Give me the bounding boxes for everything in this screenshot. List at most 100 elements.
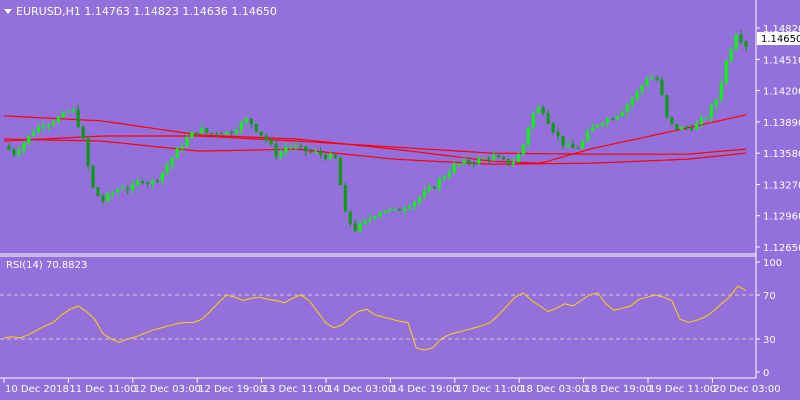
price-scale[interactable]: 1.148201.145101.142001.138901.135801.132… (756, 24, 800, 254)
time-label: 17 Dec 11:00 (456, 384, 523, 395)
candle-body (408, 206, 412, 209)
candle-body (502, 157, 506, 160)
main-chart-pane[interactable] (3, 30, 748, 234)
candle-body (645, 78, 649, 86)
candle-body (680, 127, 684, 130)
candle-body (729, 49, 733, 61)
candle-body (546, 113, 550, 124)
candle-body (422, 190, 426, 198)
time-label: 12 Dec 03:00 (134, 384, 201, 395)
candle-body (91, 165, 95, 188)
candle-body (418, 197, 422, 203)
rsi-scale-label: 100 (763, 258, 782, 269)
candle-body (704, 117, 708, 119)
time-axis[interactable]: 10 Dec 2018 11 Dec 11:0012 Dec 03:0012 De… (3, 378, 781, 395)
candle-body (210, 132, 214, 134)
candle-body (170, 158, 174, 166)
price-label: 1.14510 (763, 55, 800, 66)
trading-chart-window[interactable]: EURUSD,H1 1.14763 1.14823 1.14636 1.1465… (0, 0, 800, 400)
candle-body (42, 126, 46, 128)
candle-body (230, 131, 234, 134)
candle-body (472, 162, 476, 164)
candle-body (413, 202, 417, 207)
candle-body (477, 158, 481, 164)
candle-body (690, 128, 694, 130)
candle-body (437, 179, 441, 189)
candle-body (620, 111, 624, 117)
candle-body (348, 211, 352, 224)
candle-body (136, 181, 140, 185)
candle-body (398, 209, 402, 211)
candle-body (640, 85, 644, 92)
time-label: 14 Dec 03:00 (327, 384, 394, 395)
candle-body (393, 209, 397, 211)
rsi-line (3, 285, 747, 351)
candle-body (635, 91, 639, 99)
candle-body (630, 98, 634, 105)
candle-body (106, 193, 110, 202)
candle-body (264, 135, 268, 140)
rsi-scale-label: 70 (763, 291, 776, 302)
candle-body (625, 104, 629, 112)
candle-body (670, 116, 674, 124)
candle-body (605, 119, 609, 123)
price-label: 1.12960 (763, 212, 800, 223)
candle-body (695, 123, 699, 130)
price-label: 1.13890 (763, 118, 800, 129)
candle-body (363, 219, 367, 224)
time-label: 13 Dec 11:00 (263, 384, 330, 395)
candle-body (111, 192, 115, 194)
candle-body (596, 124, 600, 127)
candle-body (383, 210, 387, 214)
candle-body (51, 122, 55, 125)
price-label: 1.12650 (763, 243, 800, 254)
time-label: 14 Dec 19:00 (391, 384, 458, 395)
candle-body (497, 155, 501, 158)
candle-body (526, 127, 530, 145)
candle-body (403, 208, 407, 211)
candle-body (388, 209, 392, 211)
candle-body (76, 109, 80, 128)
candle-body (314, 151, 318, 153)
rsi-scale: 100 70 30 0 (756, 258, 782, 379)
time-label: 10 Dec 2018 (5, 384, 69, 395)
time-label: 18 Dec 03:00 (520, 384, 587, 395)
candle-body (531, 113, 535, 128)
candle-body (284, 147, 288, 153)
candle-body (556, 132, 560, 137)
price-label: 1.13580 (763, 149, 800, 160)
candle-body (131, 184, 135, 190)
candle-body (101, 196, 105, 202)
time-label: 19 Dec 11:00 (649, 384, 716, 395)
moving-average-line-2 (3, 135, 747, 155)
candle-body (744, 41, 748, 47)
time-label: 12 Dec 19:00 (198, 384, 265, 395)
triangle-down-icon[interactable] (4, 9, 12, 14)
candle-body (467, 160, 471, 163)
price-label: 1.14200 (763, 87, 800, 98)
current-price-label: 1.14650 (761, 34, 800, 45)
candle-body (22, 143, 26, 151)
candle-body (121, 188, 125, 190)
candle-body (180, 146, 184, 149)
chart-header-text: EURUSD,H1 1.14763 1.14823 1.14636 1.1465… (16, 5, 277, 18)
candle-body (220, 133, 224, 135)
candle-body (338, 157, 342, 186)
candle-body (432, 186, 436, 189)
candle-body (190, 132, 194, 138)
candle-body (487, 158, 491, 160)
candle-body (442, 176, 446, 180)
rsi-pane[interactable]: RSI(14) 70.8823 (0, 260, 756, 351)
candle-body (655, 77, 659, 80)
candle-body (576, 147, 580, 149)
candle-body (452, 164, 456, 173)
time-label: 20 Dec 03:00 (713, 384, 780, 395)
candle-body (12, 149, 16, 155)
candle-body (215, 133, 219, 135)
candle-body (324, 154, 328, 159)
candle-body (17, 150, 21, 155)
candle-body (259, 131, 263, 136)
candle-body (601, 122, 605, 125)
candle-body (205, 128, 209, 133)
rsi-scale-label: 30 (763, 335, 776, 346)
